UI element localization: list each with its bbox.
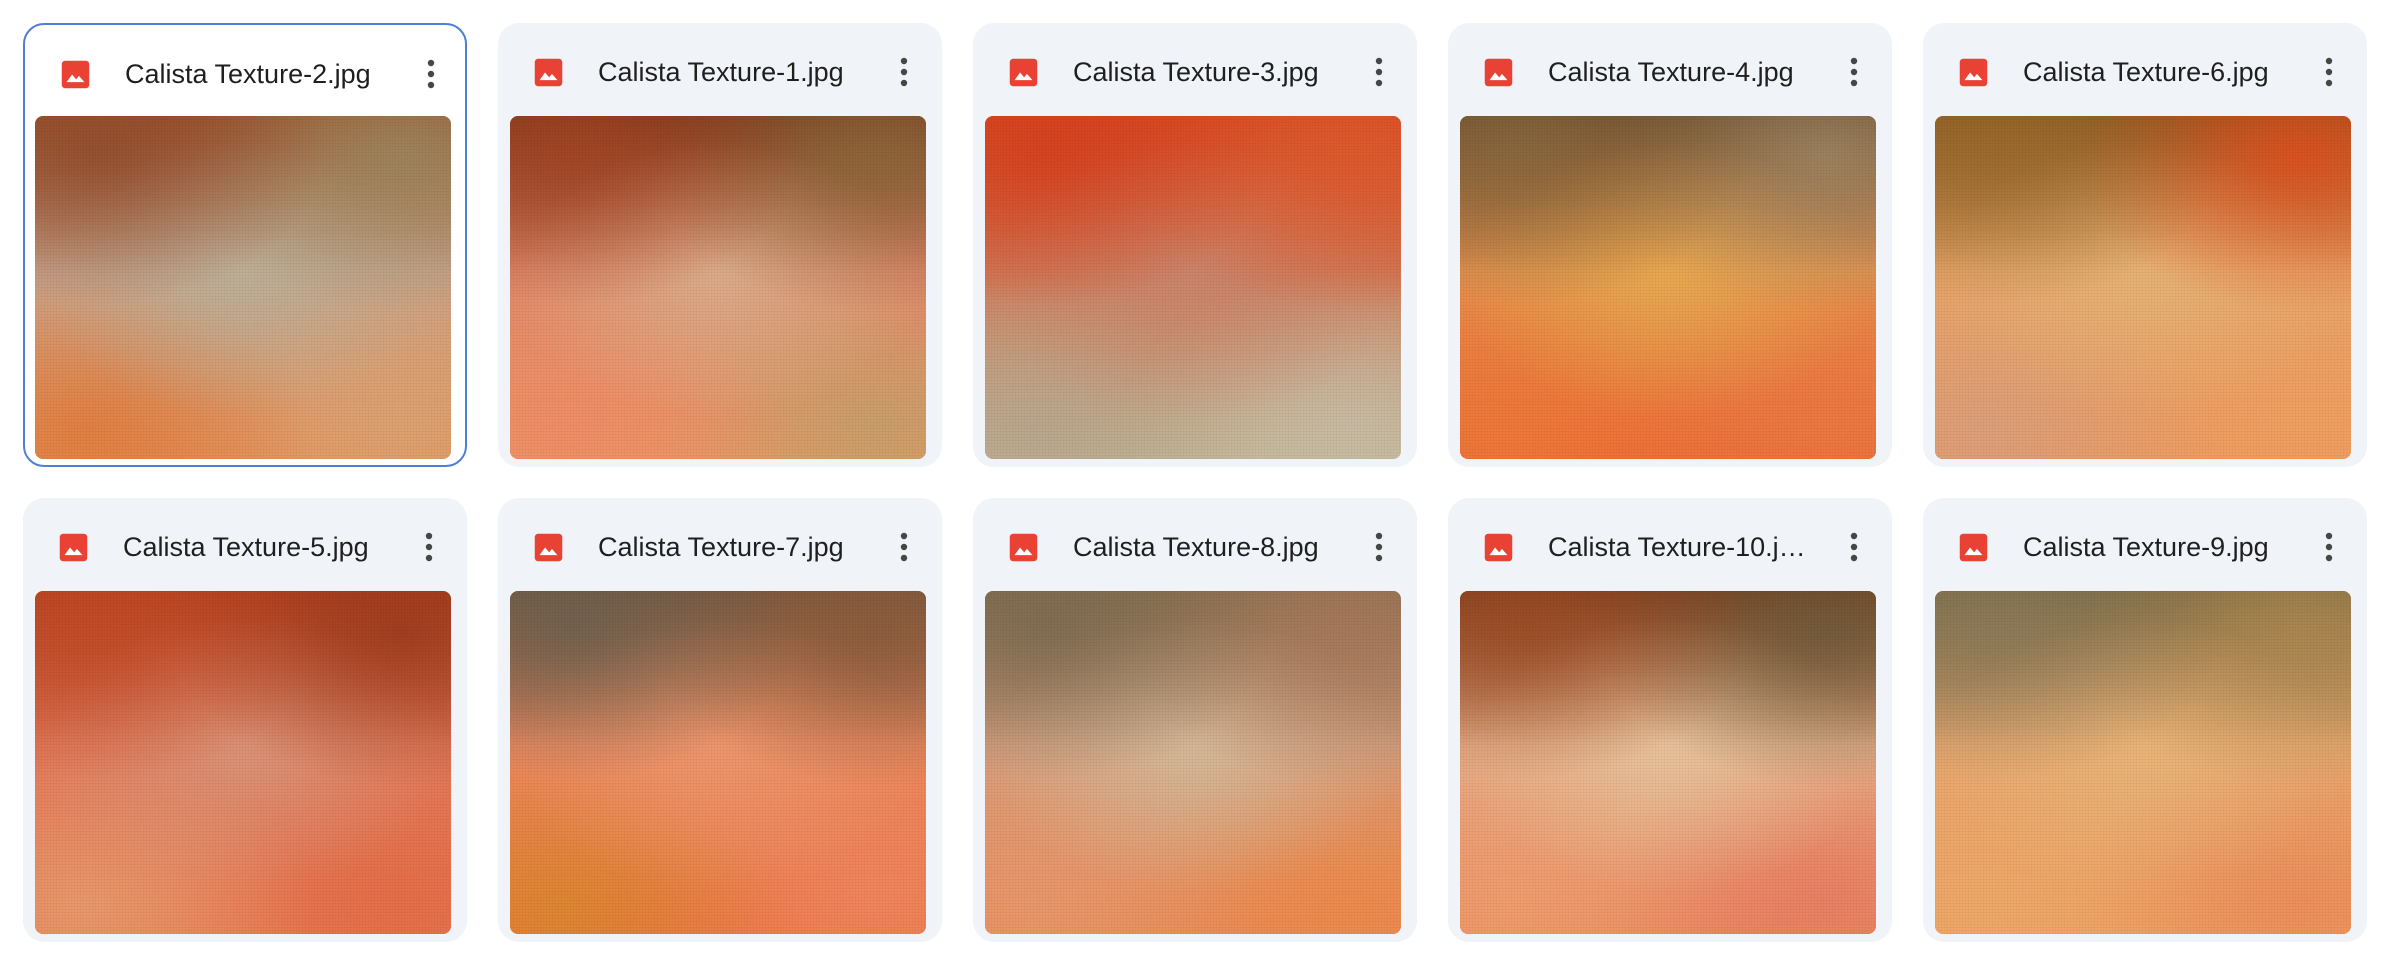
image-thumbnail[interactable] [35,591,451,934]
file-card[interactable]: Calista Texture-1.jpg [498,23,942,467]
file-card-header[interactable]: Calista Texture-6.jpg [1923,23,2367,121]
more-actions-button[interactable] [1357,50,1401,94]
file-card[interactable]: Calista Texture-2.jpg [23,23,467,467]
image-thumbnail[interactable] [35,116,451,459]
image-file-icon [57,531,90,564]
file-card-header[interactable]: Calista Texture-9.jpg [1923,498,2367,596]
image-thumbnail[interactable] [1935,116,2351,459]
more-actions-button[interactable] [882,525,926,569]
more-actions-button[interactable] [407,525,451,569]
file-card-header[interactable]: Calista Texture-2.jpg [25,25,469,123]
image-thumbnail[interactable] [1460,116,1876,459]
more-vert-icon [425,532,433,562]
more-vert-icon [427,59,435,89]
image-thumbnail[interactable] [1935,591,2351,934]
image-thumbnail[interactable] [510,116,926,459]
more-actions-button[interactable] [1357,525,1401,569]
more-vert-icon [1850,57,1858,87]
more-actions-button[interactable] [1832,50,1876,94]
more-actions-button[interactable] [882,50,926,94]
file-name: Calista Texture-6.jpg [2023,57,2269,87]
file-card-header[interactable]: Calista Texture-8.jpg [973,498,1417,596]
file-card-header[interactable]: Calista Texture-10.jpg [1448,498,1892,596]
file-name: Calista Texture-8.jpg [1073,532,1319,562]
file-card-header[interactable]: Calista Texture-7.jpg [498,498,942,596]
file-name: Calista Texture-7.jpg [598,532,844,562]
image-thumbnail[interactable] [985,116,1401,459]
file-card-header[interactable]: Calista Texture-4.jpg [1448,23,1892,121]
file-card[interactable]: Calista Texture-5.jpg [23,498,467,942]
more-vert-icon [900,57,908,87]
file-card[interactable]: Calista Texture-6.jpg [1923,23,2367,467]
more-actions-button[interactable] [2307,50,2351,94]
more-actions-button[interactable] [2307,525,2351,569]
more-vert-icon [2325,57,2333,87]
image-file-icon [1007,56,1040,89]
more-actions-button[interactable] [1832,525,1876,569]
image-thumbnail[interactable] [510,591,926,934]
more-vert-icon [1850,532,1858,562]
file-name: Calista Texture-10.jpg [1548,532,1808,562]
file-card[interactable]: Calista Texture-8.jpg [973,498,1417,942]
image-thumbnail[interactable] [1460,591,1876,934]
image-file-icon [1007,531,1040,564]
file-name: Calista Texture-1.jpg [598,57,844,87]
file-name: Calista Texture-9.jpg [2023,532,2269,562]
image-file-icon [532,56,565,89]
image-file-icon [1482,56,1515,89]
file-card[interactable]: Calista Texture-9.jpg [1923,498,2367,942]
file-name: Calista Texture-3.jpg [1073,57,1319,87]
file-card[interactable]: Calista Texture-4.jpg [1448,23,1892,467]
file-card-header[interactable]: Calista Texture-3.jpg [973,23,1417,121]
image-file-icon [1957,531,1990,564]
file-card[interactable]: Calista Texture-7.jpg [498,498,942,942]
file-name: Calista Texture-2.jpg [125,59,371,89]
file-card-header[interactable]: Calista Texture-1.jpg [498,23,942,121]
file-name: Calista Texture-5.jpg [123,532,369,562]
more-vert-icon [2325,532,2333,562]
file-grid: Calista Texture-2.jpg Calista Texture-1.… [0,0,2388,958]
file-name: Calista Texture-4.jpg [1548,57,1794,87]
more-actions-button[interactable] [409,52,453,96]
image-file-icon [1957,56,1990,89]
file-card[interactable]: Calista Texture-3.jpg [973,23,1417,467]
image-thumbnail[interactable] [985,591,1401,934]
more-vert-icon [1375,532,1383,562]
more-vert-icon [1375,57,1383,87]
image-file-icon [59,58,92,91]
file-card[interactable]: Calista Texture-10.jpg [1448,498,1892,942]
image-file-icon [532,531,565,564]
image-file-icon [1482,531,1515,564]
file-card-header[interactable]: Calista Texture-5.jpg [23,498,467,596]
more-vert-icon [900,532,908,562]
